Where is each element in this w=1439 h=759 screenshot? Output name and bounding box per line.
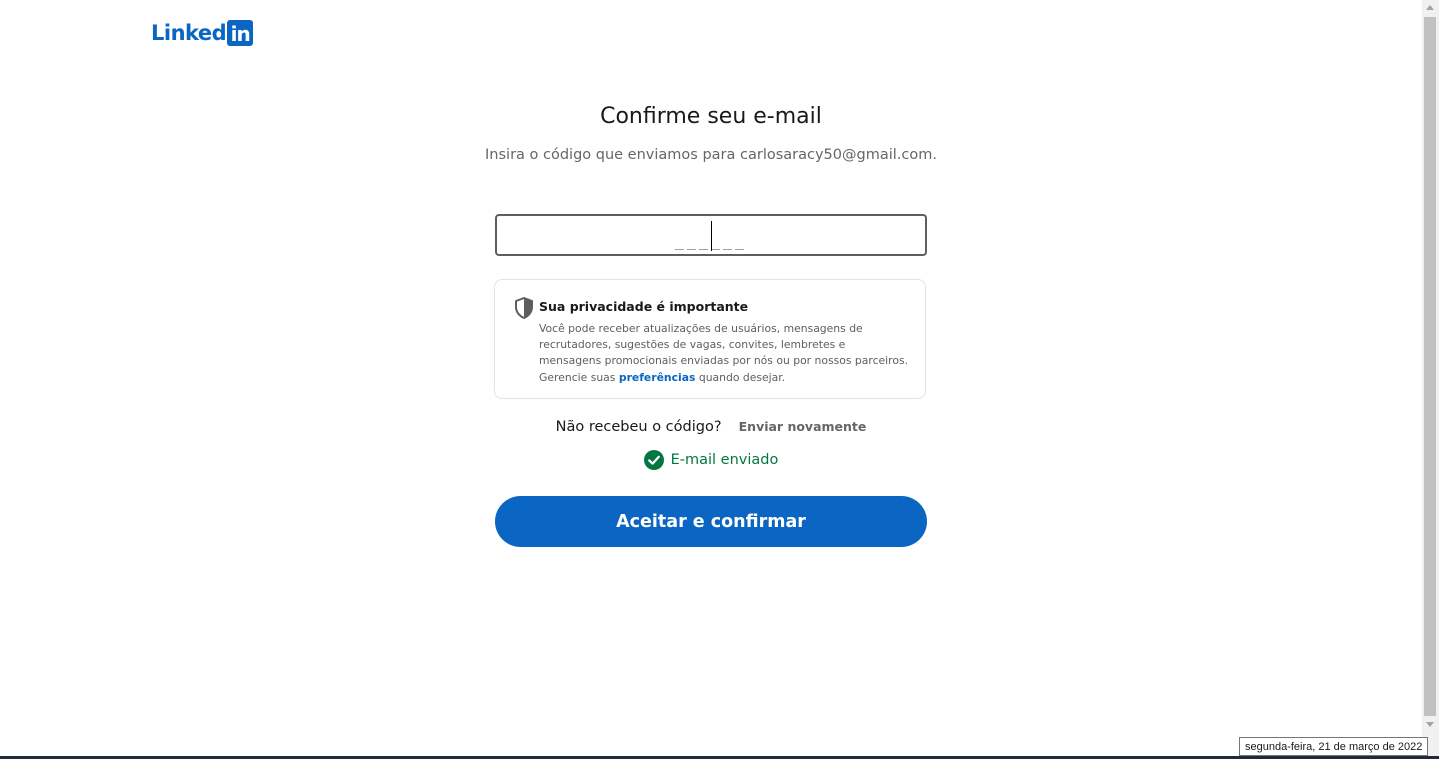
scroll-up-arrow-icon[interactable]	[1426, 5, 1434, 10]
preferences-link[interactable]: preferências	[619, 371, 696, 384]
privacy-title: Sua privacidade é importante	[539, 299, 749, 314]
verification-code-input[interactable]: ______	[495, 214, 927, 256]
check-circle-icon	[643, 450, 664, 470]
page-subtitle: Insira o código que enviamos para carlos…	[485, 147, 937, 163]
accept-confirm-button[interactable]: Aceitar e confirmar	[495, 496, 927, 547]
page-title: Confirme seu e-mail	[600, 104, 822, 129]
date-tooltip: segunda-feira, 21 de março de 2022	[1239, 737, 1429, 756]
vertical-scrollbar[interactable]	[1422, 0, 1439, 759]
resend-question: Não recebeu o código?	[555, 419, 722, 435]
privacy-text-end: quando desejar.	[695, 370, 786, 384]
scrollbar-thumb[interactable]	[1424, 17, 1436, 716]
resend-button[interactable]: Enviar novamente	[739, 419, 867, 434]
scroll-down-arrow-icon[interactable]	[1426, 722, 1434, 727]
linkedin-logo[interactable]: Linked in	[151, 20, 254, 46]
privacy-text: Você pode receber atualizações de usuári…	[539, 321, 909, 386]
logo-wordmark: Linked	[151, 21, 227, 45]
shield-icon	[515, 297, 533, 319]
text-caret	[711, 221, 712, 251]
privacy-notice-card: Sua privacidade é importante Você pode r…	[494, 279, 926, 399]
resend-row: Não recebeu o código? Enviar novamente	[0, 416, 1422, 437]
email-sent-status: E-mail enviado	[0, 450, 1422, 470]
logo-in-box: in	[227, 20, 254, 46]
email-sent-text: E-mail enviado	[670, 452, 779, 468]
